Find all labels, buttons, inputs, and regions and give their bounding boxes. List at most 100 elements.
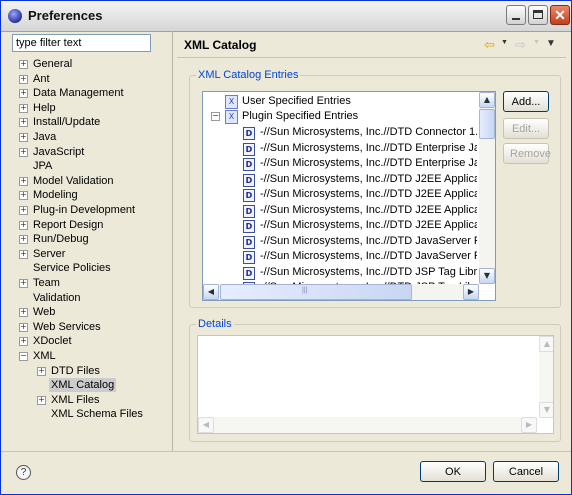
expand-icon[interactable]: + [19,220,28,230]
catalog-entry[interactable]: D -//Sun Microsystems, Inc.//DTD JavaServ… [203,249,477,264]
expand-icon[interactable]: + [19,147,28,157]
edit-button[interactable]: Edit... [503,118,549,139]
ok-button[interactable]: OK [420,461,486,482]
tree-item-label: Team [33,277,60,289]
xml-catalog-icon: X [225,95,238,109]
catalog-root-label: User Specified Entries [242,95,351,107]
details-scroll-left-icon: ◀ [198,417,214,433]
vertical-scroll-thumb[interactable] [479,109,495,139]
dtd-file-icon: D [243,173,255,187]
catalog-root-item[interactable]: X User Specified Entries [203,94,477,109]
collapse-icon[interactable]: − [19,352,28,361]
view-menu-icon[interactable]: ▼ [546,38,556,49]
catalog-entry-label: -//Sun Microsystems, Inc.//DTD JavaServe… [260,234,477,247]
tree-item-label: Web [33,306,56,319]
dtd-file-icon: D [243,142,255,156]
expand-icon[interactable]: + [19,89,28,99]
close-button[interactable]: ✕ [550,5,570,25]
expand-icon[interactable]: + [19,206,28,215]
vertical-scrollbar[interactable]: ▲ ▼ [479,92,495,284]
expand-icon[interactable]: + [19,133,28,142]
tree-item-label: DTD Files [51,364,100,377]
dtd-file-icon: D [243,235,255,249]
expand-icon[interactable]: + [19,118,28,128]
details-scroll-up-icon: ▲ [539,336,553,352]
tree-item-label: Web Services [33,320,101,333]
details-legend: Details [196,318,234,330]
forward-arrow-icon: ⇨ [515,37,526,52]
catalog-entry[interactable]: D -//Sun Microsystems, Inc.//DTD Enterpri… [203,141,477,156]
catalog-entry-label: -//Sun Microsystems, Inc.//DTD J2EE Appl… [260,219,477,231]
collapse-icon[interactable]: − [211,112,220,121]
maximize-button[interactable] [528,5,548,25]
tree-item-label: JPA [33,160,53,173]
details-text-area[interactable]: ▲ ▼ ◀ ▶ [197,335,554,434]
catalog-entries-legend: XML Catalog Entries [196,69,301,81]
catalog-entry[interactable]: D -//Sun Microsystems, Inc.//DTD J2EE App… [203,187,477,202]
expand-icon[interactable]: + [19,308,28,318]
title-separator [177,57,566,58]
tree-item-label: Data Management [33,87,124,100]
bottom-separator [1,451,571,452]
scroll-left-icon[interactable]: ◀ [203,284,219,300]
expand-icon[interactable]: + [19,74,28,84]
catalog-root-item[interactable]: − X Plugin Specified Entries [203,109,477,124]
catalog-entry-label: -//Sun Microsystems, Inc.//DTD J2EE Appl… [260,188,477,200]
details-vertical-scrollbar[interactable]: ▲ ▼ [539,336,553,418]
details-scroll-down-icon: ▼ [539,402,553,418]
help-icon[interactable]: ? [16,465,31,480]
catalog-entry-label: -//Sun Microsystems, Inc.//DTD J2EE Appl… [260,172,477,185]
expand-icon[interactable]: + [19,60,28,69]
tree-item-label: Plug-in Development [33,204,136,216]
dtd-file-icon: D [243,266,255,280]
cancel-button[interactable]: Cancel [493,461,559,482]
tree-item-label: Install/Update [33,116,101,129]
catalog-entry[interactable]: D -//Sun Microsystems, Inc.//DTD Connecto… [203,125,477,140]
remove-button[interactable]: Remove [503,143,551,164]
tree-item-label: Java [33,131,57,143]
expand-icon[interactable]: + [37,395,46,405]
expand-icon[interactable]: + [19,322,28,332]
expand-icon[interactable]: + [19,103,28,113]
tree-item-label: XML Catalog [49,378,117,393]
expand-icon[interactable]: + [19,337,28,347]
catalog-entry[interactable]: D -//Sun Microsystems, Inc.//DTD JSP Tag … [203,265,477,280]
horizontal-scroll-thumb[interactable] [220,284,412,300]
expand-icon[interactable]: + [19,235,28,245]
expand-icon[interactable]: + [19,176,28,186]
tree-item-label: Report Design [33,218,104,231]
tree-item-label: Server [33,247,66,260]
minimize-button[interactable] [506,5,526,25]
xml-catalog-icon: X [225,110,238,124]
scroll-right-icon[interactable]: ▶ [463,284,479,300]
catalog-entries-tree[interactable]: X User Specified Entries − X Plugin Specifie… [202,91,496,301]
title-bar[interactable]: Preferences ✕ [1,1,571,32]
catalog-entry[interactable]: D -//Sun Microsystems, Inc.//DTD J2EE App… [203,218,477,233]
catalog-entry[interactable]: D -//Sun Microsystems, Inc.//DTD J2EE App… [203,203,477,218]
catalog-entry-label: -//Sun Microsystems, Inc.//DTD JavaServe… [260,250,477,262]
expand-icon[interactable]: + [19,191,28,201]
pane-divider[interactable] [172,31,173,451]
scroll-down-icon[interactable]: ▼ [479,268,495,284]
horizontal-scrollbar[interactable]: ◀ ||| ▶ [203,284,479,300]
details-horizontal-scrollbar[interactable]: ◀ ▶ [198,417,537,433]
back-dropdown-icon[interactable]: ▼ [501,39,508,46]
catalog-entry[interactable]: D -//Sun Microsystems, Inc.//DTD Enterpri… [203,156,477,171]
tree-item-label: Ant [33,72,50,85]
expand-icon[interactable]: + [19,279,28,288]
dtd-file-icon: D [243,251,255,264]
minimize-icon [512,18,520,20]
filter-input[interactable] [12,34,151,52]
expand-icon[interactable]: + [19,249,28,259]
catalog-entry[interactable]: D -//Sun Microsystems, Inc.//DTD J2EE App… [203,172,477,187]
maximize-icon [533,10,543,19]
add-button[interactable]: Add... [503,91,549,112]
back-arrow-icon[interactable]: ⇦ [484,37,495,53]
scroll-up-icon[interactable]: ▲ [479,92,495,108]
catalog-entry[interactable]: D -//Sun Microsystems, Inc.//DTD JavaServ… [203,234,477,249]
window-title: Preferences [28,8,103,23]
expand-icon[interactable]: + [37,366,46,376]
catalog-root-label: Plugin Specified Entries [242,110,359,122]
eclipse-icon [8,9,22,23]
page-title: XML Catalog [184,38,257,52]
